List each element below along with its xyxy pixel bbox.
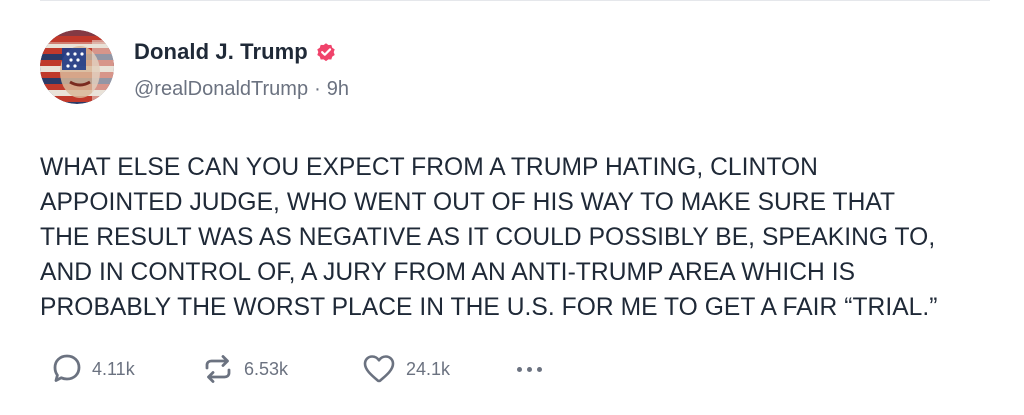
like-button[interactable]: 24.1k (362, 353, 517, 385)
reply-count: 4.11k (92, 358, 135, 379)
author-identity: Donald J. Trump @realDonaldTrump · 9h (134, 30, 349, 101)
verified-badge-icon (315, 41, 337, 63)
name-row: Donald J. Trump (134, 36, 349, 68)
author-meta: @realDonaldTrump · 9h (134, 78, 349, 101)
like-count: 24.1k (406, 358, 451, 379)
retruth-arrows-icon (202, 353, 234, 385)
heart-icon (362, 353, 396, 385)
retruth-button[interactable]: 6.53k (202, 353, 362, 385)
avatar-image (40, 30, 114, 104)
meta-separator: · (314, 78, 321, 100)
reply-bubble-icon (52, 353, 82, 385)
reply-button[interactable]: 4.11k (52, 353, 202, 385)
more-dot (527, 366, 532, 372)
retruth-count: 6.53k (244, 358, 289, 379)
post-body-text: WHAT ELSE CAN YOU EXPECT FROM A TRUMP HA… (40, 154, 938, 321)
author-display-name[interactable]: Donald J. Trump (134, 39, 308, 65)
author-handle[interactable]: @realDonaldTrump (134, 78, 308, 101)
post-header: Donald J. Trump @realDonaldTrump · 9h (40, 30, 990, 104)
avatar[interactable] (40, 30, 114, 104)
more-dots-icon[interactable] (517, 352, 542, 386)
post-actions: 4.11k 6.53k 24.1k (52, 352, 542, 386)
more-dot (517, 366, 522, 372)
more-dot (537, 366, 542, 372)
top-divider (40, 0, 990, 1)
post-card: Donald J. Trump @realDonaldTrump · 9h WH… (40, 30, 990, 325)
post-timestamp[interactable]: 9h (327, 78, 349, 101)
